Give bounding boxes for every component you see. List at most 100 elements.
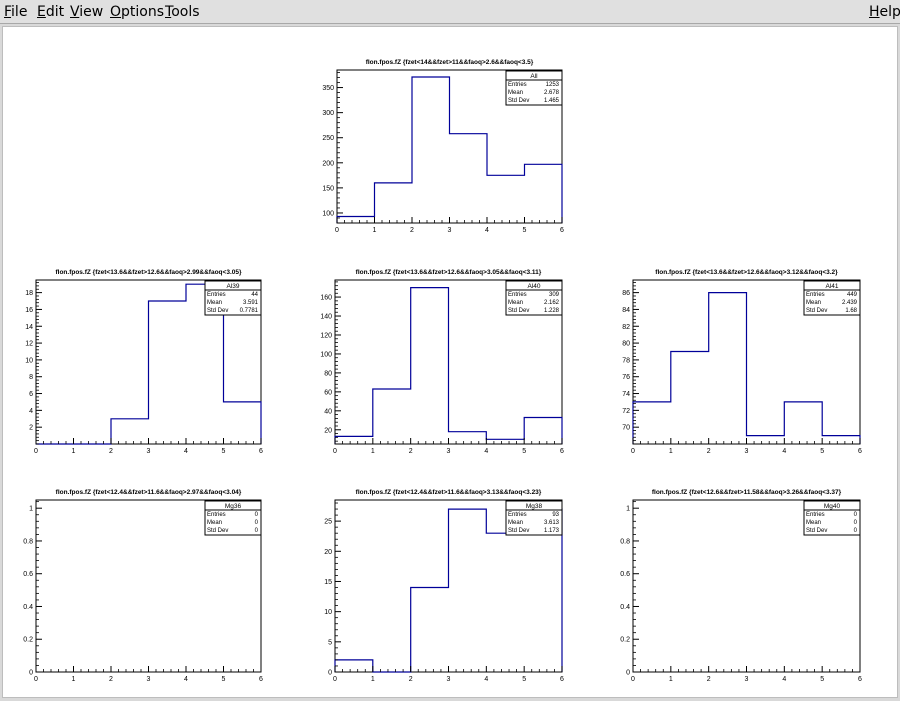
x-tick-label: 5: [522, 676, 526, 683]
stats-label-mean: Mean: [508, 90, 523, 96]
stats-value-std: 1.465: [544, 98, 560, 104]
y-tick-label: 80: [622, 341, 630, 348]
stats-name: Al40: [527, 283, 540, 290]
stats-value-mean: 2.439: [842, 300, 858, 306]
stats-name: Mg40: [824, 503, 841, 510]
histogram-title: fIon.fpos.fZ {fzet<13.6&&fzet>12.6&&faoq…: [655, 269, 838, 276]
stats-label-entries: Entries: [806, 512, 825, 518]
stats-label-std: Std Dev: [806, 308, 827, 314]
x-tick-label: 0: [631, 676, 635, 683]
x-tick-label: 5: [523, 227, 527, 234]
x-tick-label: 1: [371, 676, 375, 683]
x-tick-label: 0: [333, 676, 337, 683]
y-tick-label: 0: [626, 670, 630, 677]
x-tick-label: 0: [34, 448, 38, 455]
stats-value-std: 1.68: [845, 308, 857, 314]
menu-file-rest: ile: [11, 4, 28, 20]
stats-label-std: Std Dev: [806, 528, 827, 534]
y-tick-label: 25: [324, 519, 332, 526]
stats-label-entries: Entries: [508, 82, 527, 88]
stats-value-mean: 3.613: [544, 520, 560, 526]
y-tick-label: 40: [324, 408, 332, 415]
stats-label-mean: Mean: [806, 520, 821, 526]
histogram-pad-4: 0 1 2 3 4 5 6 0 0.2 0.4 0.6 0.8 1 fIon.fpos.fZ {fzet<…: [23, 489, 263, 683]
menu-view-rest: iew: [79, 4, 104, 20]
histogram-title: fIon.fpos.fZ {fzet<12.4&&fzet>11.6&&faoq…: [56, 489, 242, 496]
x-tick-label: 3: [447, 448, 451, 455]
menu-help[interactable]: Help: [869, 4, 900, 20]
y-tick-label: 350: [322, 85, 334, 92]
menu-tools-rest: ools: [171, 4, 200, 20]
menu-options-mnemonic: O: [110, 4, 122, 20]
y-tick-label: 6: [29, 391, 33, 398]
y-tick-label: 12: [25, 341, 33, 348]
histogram-pad-5: 0 1 2 3 4 5 6 0 5 10 15 20 25 fIon.fpos.fZ {fzet<12.4…: [324, 489, 564, 683]
stats-name: All: [530, 73, 538, 80]
x-tick-label: 3: [447, 676, 451, 683]
stats-label-std: Std Dev: [207, 308, 228, 314]
x-tick-label: 1: [669, 448, 673, 455]
x-tick-label: 5: [820, 676, 824, 683]
y-tick-label: 4: [29, 408, 33, 415]
y-tick-label: 14: [25, 324, 33, 331]
menu-tools[interactable]: Tools: [165, 4, 200, 20]
y-tick-label: 100: [320, 351, 332, 358]
root-canvas[interactable]: 0 1 2 3 4 5 6 100 150 200 250 300 350 fIon.fpos.fZ {f…: [2, 26, 898, 698]
stats-label-mean: Mean: [806, 300, 821, 306]
x-tick-label: 3: [147, 448, 151, 455]
y-tick-label: 15: [324, 579, 332, 586]
stats-value-entries: 1253: [546, 82, 560, 88]
y-tick-label: 120: [320, 332, 332, 339]
y-tick-label: 18: [25, 290, 33, 297]
x-tick-label: 2: [409, 676, 413, 683]
stats-value-entries: 93: [552, 512, 559, 518]
stats-label-mean: Mean: [207, 300, 222, 306]
menu-options-rest: ptions: [121, 4, 165, 20]
y-tick-label: 0.4: [620, 604, 630, 611]
x-tick-label: 1: [72, 448, 76, 455]
x-tick-label: 6: [858, 676, 862, 683]
y-tick-label: 140: [320, 314, 332, 321]
stats-value-mean: 2.162: [544, 300, 560, 306]
stats-name: Mg36: [225, 503, 242, 510]
x-tick-label: 2: [707, 676, 711, 683]
x-tick-label: 5: [222, 448, 226, 455]
x-tick-label: 4: [485, 227, 489, 234]
menu-view[interactable]: View: [70, 4, 103, 20]
menu-options[interactable]: Options: [110, 4, 164, 20]
y-tick-label: 74: [622, 391, 630, 398]
y-tick-label: 2: [29, 425, 33, 432]
x-tick-label: 6: [259, 448, 263, 455]
stats-name: Mg38: [526, 503, 543, 510]
menu-edit-mnemonic: E: [37, 4, 46, 20]
y-tick-label: 1: [626, 506, 630, 513]
y-tick-label: 16: [25, 307, 33, 314]
stats-label-entries: Entries: [508, 512, 527, 518]
stats-value-entries: 449: [847, 292, 858, 298]
y-tick-label: 0.8: [23, 538, 33, 545]
stats-value-mean: 2.678: [544, 90, 560, 96]
y-tick-label: 300: [322, 110, 334, 117]
x-tick-label: 3: [147, 676, 151, 683]
menu-view-mnemonic: V: [70, 4, 80, 20]
stats-label-std: Std Dev: [508, 98, 529, 104]
histogram-canvas[interactable]: 0 1 2 3 4 5 6100150200250300350fIon.fpos.fZ {f…: [3, 27, 897, 697]
menu-bar: File Edit View Options Tools Help: [0, 0, 900, 24]
stats-label-std: Std Dev: [508, 308, 529, 314]
y-tick-label: 160: [320, 295, 332, 302]
menu-file-mnemonic: F: [4, 4, 12, 20]
y-tick-label: 0.6: [620, 571, 630, 578]
y-tick-label: 70: [622, 425, 630, 432]
y-tick-label: 60: [324, 389, 332, 396]
x-tick-label: 5: [820, 448, 824, 455]
stats-label-std: Std Dev: [508, 528, 529, 534]
x-tick-label: 6: [560, 448, 564, 455]
x-tick-label: 0: [34, 676, 38, 683]
y-tick-label: 20: [324, 549, 332, 556]
x-tick-label: 6: [560, 227, 564, 234]
x-tick-label: 5: [522, 448, 526, 455]
x-tick-label: 1: [371, 448, 375, 455]
menu-file[interactable]: File: [4, 4, 27, 20]
menu-edit[interactable]: Edit: [37, 4, 64, 20]
stats-label-entries: Entries: [207, 512, 226, 518]
